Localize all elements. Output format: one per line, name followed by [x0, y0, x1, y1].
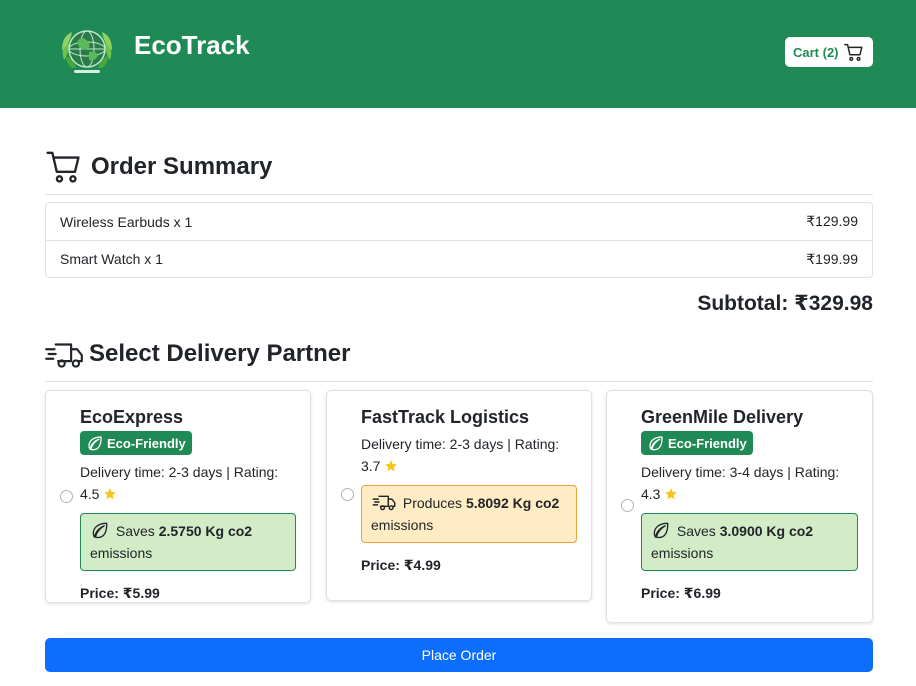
- cart-icon: [46, 151, 80, 183]
- order-summary-title: Order Summary: [91, 153, 273, 180]
- order-item-name: Wireless Earbuds x 1: [60, 213, 193, 230]
- partner-name: EcoExpress: [80, 407, 184, 427]
- order-item: Wireless Earbuds x 1 ₹129.99: [46, 203, 872, 240]
- leaf-icon: [649, 436, 663, 451]
- globe-leaves-logo[interactable]: [58, 20, 116, 78]
- emission-suffix: emissions: [371, 517, 434, 533]
- card-content: GreenMile Delivery Eco-Friendly Delivery…: [641, 405, 858, 602]
- partner-name: GreenMile Delivery: [641, 407, 804, 427]
- partner-info: Delivery time: 2-3 days | Rating: 4.5: [80, 461, 296, 505]
- order-item-name: Smart Watch x 1: [60, 251, 163, 267]
- partner-price: Price: ₹4.99: [361, 557, 441, 573]
- star-icon: [104, 488, 117, 500]
- section-divider: [45, 381, 873, 382]
- badge-label: Eco-Friendly: [668, 435, 747, 451]
- partner-price: Price: ₹5.99: [80, 585, 160, 601]
- emission-box: Produces 5.8092 Kg co2 emissions: [361, 485, 577, 543]
- delivery-option-ecoexpress[interactable]: EcoExpress Eco-Friendly Delivery time: 2…: [45, 390, 311, 603]
- cart-icon: [843, 43, 863, 61]
- section-divider: [45, 194, 873, 195]
- partner-radio[interactable]: [341, 488, 354, 501]
- delivery-option-fasttrack[interactable]: FastTrack Logistics Delivery time: 2-3 d…: [326, 390, 592, 601]
- star-icon: [385, 460, 398, 472]
- partner-info: Delivery time: 3-4 days | Rating: 4.3: [641, 461, 858, 505]
- partner-radio[interactable]: [60, 490, 73, 503]
- emission-verb: Saves: [115, 523, 155, 539]
- navbar: EcoTrack Cart (2): [0, 0, 916, 108]
- badge-label: Eco-Friendly: [107, 435, 186, 451]
- emission-amount: 3.0900 Kg co2: [719, 523, 814, 539]
- emission-verb: Produces: [402, 495, 463, 511]
- delivery-option-greenmile[interactable]: GreenMile Delivery Eco-Friendly Delivery…: [606, 390, 873, 623]
- truck-icon: [45, 343, 83, 368]
- cart-button[interactable]: Cart (2): [785, 37, 873, 67]
- eco-friendly-badge: Eco-Friendly: [641, 431, 753, 455]
- emission-box: Saves 2.5750 Kg co2 emissions: [80, 513, 296, 571]
- order-item-price: ₹199.99: [806, 250, 858, 267]
- order-summary-heading: Order Summary: [45, 148, 272, 186]
- leaf-icon: [92, 522, 108, 539]
- partner-radio[interactable]: [621, 499, 634, 512]
- subtotal: Subtotal: ₹329.98: [697, 292, 873, 315]
- cart-label: Cart (2): [793, 44, 839, 60]
- card-content: EcoExpress Eco-Friendly Delivery time: 2…: [80, 405, 296, 602]
- leaf-icon: [88, 436, 102, 451]
- emission-suffix: emissions: [90, 545, 153, 561]
- emission-suffix: emissions: [651, 545, 714, 561]
- leaf-icon: [653, 522, 669, 539]
- partner-info: Delivery time: 2-3 days | Rating: 3.7: [361, 433, 577, 477]
- partner-price: Price: ₹6.99: [641, 585, 721, 601]
- place-order-button[interactable]: Place Order: [45, 638, 873, 672]
- order-item: Smart Watch x 1 ₹199.99: [46, 240, 872, 277]
- partner-name: FastTrack Logistics: [361, 407, 530, 427]
- order-list: Wireless Earbuds x 1 ₹129.99 Smart Watch…: [45, 202, 873, 278]
- card-content: FastTrack Logistics Delivery time: 2-3 d…: [361, 405, 577, 574]
- truck-icon: [372, 495, 396, 511]
- order-item-price: ₹129.99: [806, 213, 858, 229]
- star-icon: [665, 488, 678, 500]
- delivery-heading: Select Delivery Partner: [45, 337, 350, 371]
- emission-box: Saves 3.0900 Kg co2 emissions: [641, 513, 858, 571]
- brand-name[interactable]: EcoTrack: [134, 30, 250, 61]
- emission-verb: Saves: [676, 523, 716, 539]
- emission-amount: 2.5750 Kg co2: [158, 523, 253, 539]
- delivery-title: Select Delivery Partner: [89, 340, 351, 367]
- emission-amount: 5.8092 Kg co2: [465, 495, 560, 511]
- eco-friendly-badge: Eco-Friendly: [80, 431, 192, 455]
